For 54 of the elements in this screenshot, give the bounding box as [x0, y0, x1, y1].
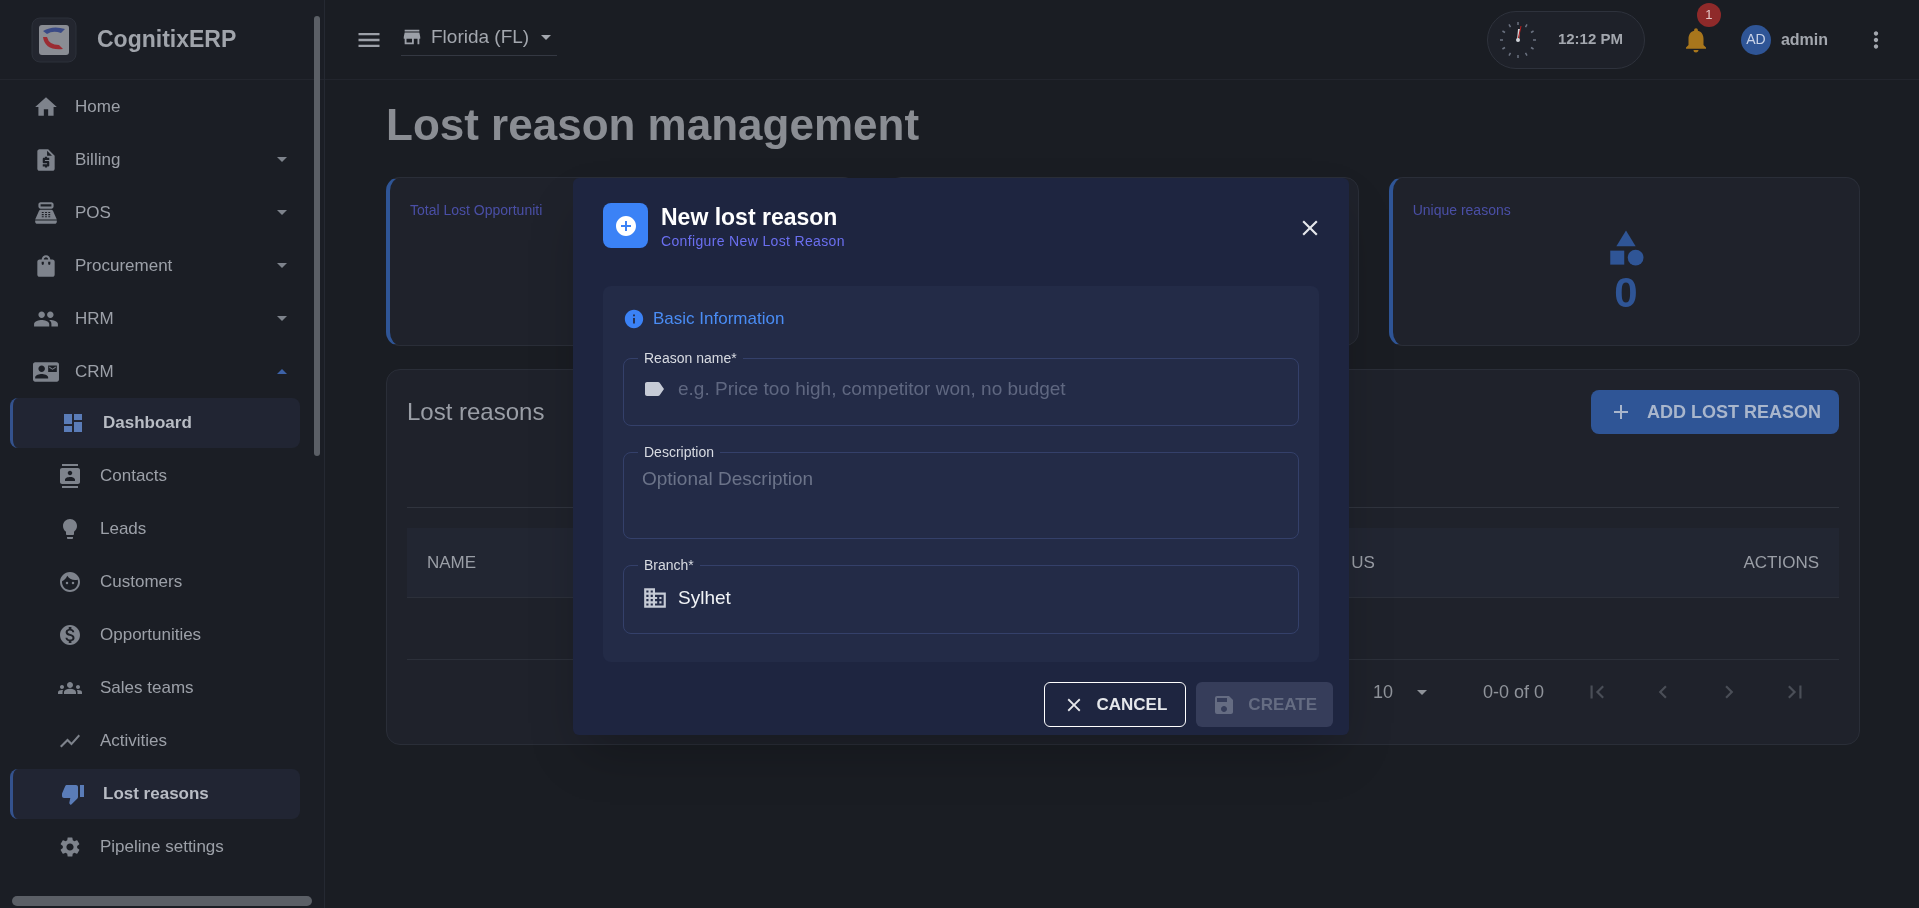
field-label: Reason name*: [643, 348, 738, 368]
horizontal-scrollbar[interactable]: [12, 896, 312, 906]
sidebar-subitem[interactable]: Dashboard: [10, 398, 300, 448]
stat-label: Total Lost Opportuniti: [410, 201, 543, 220]
rows-per-page-select[interactable]: 10: [1373, 678, 1428, 706]
column-header: US: [1351, 551, 1375, 574]
sidebar-subitem[interactable]: Leads: [10, 504, 300, 554]
sidebar-item[interactable]: Home: [0, 80, 324, 133]
info-icon: [623, 307, 645, 330]
section-title: Basic Information: [653, 308, 785, 330]
user-name[interactable]: admin: [1780, 27, 1828, 52]
dashboard-icon: [61, 411, 85, 435]
branch-selector[interactable]: Florida (FL): [401, 22, 558, 57]
vertical-scrollbar[interactable]: [314, 16, 320, 456]
page-title: Lost reason management: [386, 101, 921, 149]
sidebar-subitem[interactable]: Pipeline settings: [10, 822, 300, 872]
cash-register-icon: [33, 199, 59, 226]
gear-icon: [58, 835, 82, 859]
sidebar-subitem[interactable]: Lost reasons: [10, 769, 300, 819]
cancel-button[interactable]: CANCEL: [1043, 682, 1187, 727]
column-header: ACTIONS: [1743, 551, 1819, 574]
face-icon: [58, 570, 82, 594]
clock-widget: 12:12 PM: [1486, 10, 1645, 69]
notification-badge: 1: [1696, 2, 1721, 27]
reason-name-field[interactable]: e.g. Price too high, competitor won, no budget: [678, 374, 1280, 403]
thumbs-down-icon: [61, 782, 85, 806]
sidebar-subitem[interactable]: Activities: [10, 716, 300, 766]
contact-book-icon: [58, 464, 82, 488]
dialog-subtitle: Configure New Lost Reason: [661, 232, 845, 251]
sidebar-item[interactable]: POS: [0, 186, 324, 239]
stat-label: Unique reasons: [1412, 201, 1511, 220]
logo-icon: [31, 16, 77, 63]
sidebar-item[interactable]: Billing: [0, 133, 324, 186]
add-lost-reason-button[interactable]: ADD LOST REASON: [1591, 390, 1839, 434]
caret-down-icon: [1417, 689, 1428, 695]
caret-down-icon: [541, 34, 552, 40]
sidebar-item[interactable]: CRM: [0, 345, 324, 398]
clock-icon: [1497, 19, 1538, 60]
dollar-coin-icon: [58, 623, 82, 647]
sidebar-subitem[interactable]: Sales teams: [10, 663, 300, 713]
user-avatar[interactable]: AD: [1740, 24, 1771, 55]
sidebar-subitem[interactable]: Opportunities: [10, 610, 300, 660]
pagination-range: 0-0 of 0: [1483, 680, 1545, 704]
sidebar-subitem[interactable]: Customers: [10, 557, 300, 607]
panel-title: Lost reasons: [407, 397, 545, 427]
sidebar-item[interactable]: HRM: [0, 292, 324, 345]
dialog-title: New lost reason: [661, 203, 839, 231]
app-name: CognitixERP: [97, 25, 237, 55]
field-label: Description: [643, 442, 716, 462]
stat-value: 0: [1614, 269, 1638, 317]
description-field[interactable]: Optional Description: [642, 464, 1280, 521]
column-header: NAME: [427, 551, 477, 574]
sidebar-subitem[interactable]: Contacts: [10, 451, 300, 501]
sidebar-item[interactable]: Procurement: [0, 239, 324, 292]
